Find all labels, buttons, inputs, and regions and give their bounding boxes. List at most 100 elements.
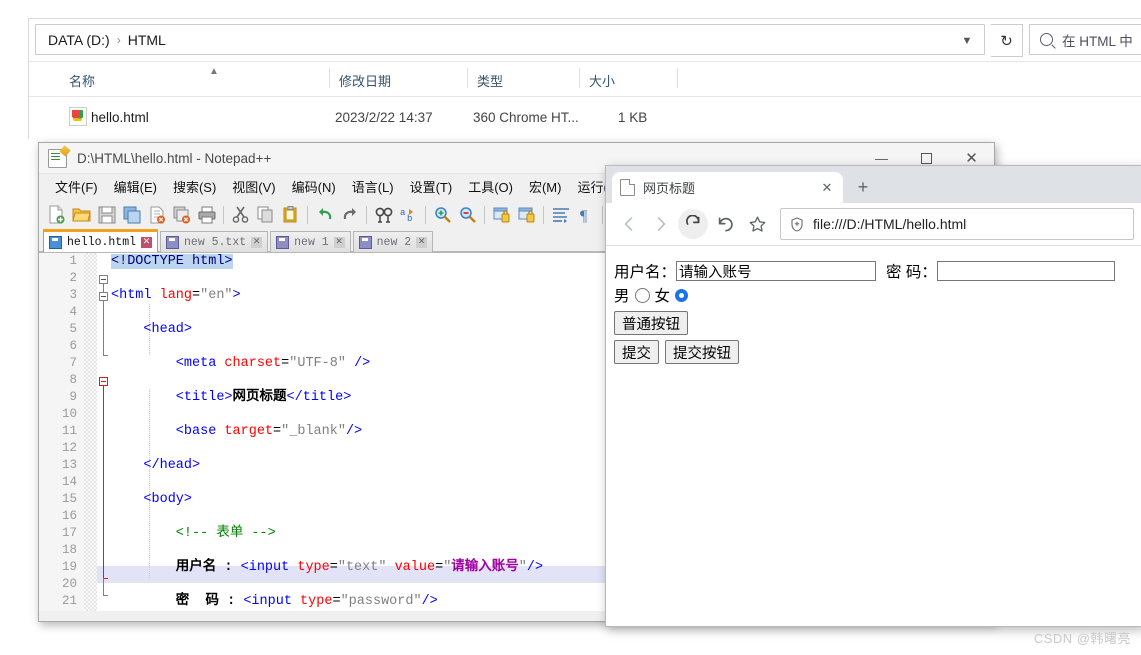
redo-icon[interactable] — [337, 202, 362, 227]
new-file-icon[interactable] — [44, 202, 69, 227]
close-tab-icon[interactable]: ✕ — [141, 236, 153, 248]
menu-item-edit[interactable]: 编辑(E) — [106, 174, 165, 199]
paste-icon[interactable] — [278, 202, 303, 227]
search-input[interactable]: 在 HTML 中 — [1029, 24, 1141, 55]
close-tab-icon[interactable]: ✕ — [819, 180, 835, 196]
form-row-credentials: 用户名： 密 码： — [614, 260, 1132, 282]
close-file-icon[interactable] — [144, 202, 169, 227]
menu-item-language[interactable]: 语言(L) — [344, 174, 402, 199]
bookmark-star-icon[interactable] — [742, 209, 772, 239]
fold-toggle-head[interactable] — [99, 292, 108, 301]
submit-default-button[interactable]: 提交 — [614, 340, 659, 364]
form-row-normal-button: 普通按钮 — [614, 311, 1132, 335]
back-icon[interactable] — [614, 209, 644, 239]
replace-icon[interactable]: ab — [396, 202, 421, 227]
new-tab-icon[interactable]: + — [849, 173, 877, 201]
male-radio[interactable] — [634, 287, 650, 303]
username-label: 用户名： — [614, 264, 677, 281]
editor-tab-new-2[interactable]: new 2 ✕ — [352, 231, 434, 252]
column-header-type[interactable]: 类型 — [467, 71, 577, 93]
url-text: file:///D:/HTML/hello.html — [813, 216, 967, 232]
saved-file-icon — [276, 235, 290, 249]
breadcrumb-drive[interactable]: DATA (D:) — [36, 32, 114, 48]
print-icon[interactable] — [194, 202, 219, 227]
sync-vertical-icon[interactable] — [489, 202, 514, 227]
svg-text:a: a — [400, 208, 406, 218]
chevron-down-icon[interactable]: ▼ — [958, 33, 976, 49]
sync-horizontal-icon[interactable] — [514, 202, 539, 227]
shield-icon[interactable] — [790, 216, 804, 232]
cell-file-type: 360 Chrome HT... — [473, 109, 579, 125]
menu-item-file[interactable]: 文件(F) — [47, 174, 106, 199]
editor-tab-new-1[interactable]: new 1 ✕ — [270, 231, 351, 252]
rendered-page-content: 用户名： 密 码： 男 女 普通按钮 提交 提交按钮 — [606, 246, 1141, 598]
saved-file-icon — [166, 235, 180, 249]
refresh-button[interactable]: ↻ — [991, 24, 1023, 57]
close-all-icon[interactable] — [169, 202, 194, 227]
menu-item-view[interactable]: 视图(V) — [224, 174, 283, 199]
screenshot-root: DATA (D:) › HTML ▼ ↻ 在 HTML 中 名称 ▲ 修改日期 … — [0, 0, 1141, 655]
close-tab-icon[interactable]: ✕ — [416, 236, 428, 248]
cell-file-size: 1 KB — [618, 109, 648, 125]
female-radio[interactable] — [675, 288, 689, 302]
form-row-gender: 男 女 — [614, 284, 1132, 306]
find-icon[interactable] — [371, 202, 396, 227]
menu-item-macro[interactable]: 宏(M) — [521, 174, 570, 199]
fold-toggle-html[interactable] — [99, 275, 108, 284]
reload-icon[interactable] — [678, 209, 708, 239]
menu-item-settings[interactable]: 设置(T) — [402, 174, 461, 199]
bookmark-gutter[interactable] — [84, 253, 97, 611]
menu-item-encoding[interactable]: 编码(N) — [284, 174, 344, 199]
editor-tab-new-5-txt[interactable]: new 5.txt ✕ — [160, 231, 269, 252]
open-file-icon[interactable] — [69, 202, 94, 227]
document-icon — [620, 179, 635, 196]
submit-named-button[interactable]: 提交按钮 — [665, 340, 739, 364]
breadcrumb-separator-icon: › — [116, 32, 121, 47]
refresh-icon: ↻ — [1000, 32, 1013, 50]
editor-tab-label: new 5.txt — [184, 235, 247, 249]
editor-tab-hello-html[interactable]: hello.html ✕ — [43, 229, 159, 252]
username-input[interactable] — [676, 261, 877, 281]
fold-margin[interactable] — [97, 253, 111, 611]
save-icon[interactable] — [94, 202, 119, 227]
male-label: 男 — [614, 288, 630, 305]
breadcrumb[interactable]: DATA (D:) › HTML ▼ — [35, 24, 985, 55]
zoom-out-icon[interactable] — [455, 202, 480, 227]
history-back-icon[interactable] — [710, 209, 740, 239]
search-placeholder: 在 HTML 中 — [1062, 33, 1133, 49]
column-header-size[interactable]: 大小 — [579, 71, 669, 93]
menu-item-tools[interactable]: 工具(O) — [460, 174, 521, 199]
close-tab-icon[interactable]: ✕ — [251, 236, 263, 248]
female-label: 女 — [654, 288, 671, 305]
normal-button[interactable]: 普通按钮 — [614, 311, 688, 335]
address-bar[interactable]: file:///D:/HTML/hello.html — [780, 208, 1134, 240]
undo-icon[interactable] — [312, 202, 337, 227]
cell-file-name[interactable]: hello.html — [91, 110, 149, 125]
html-file-icon — [69, 107, 87, 126]
browser-tab[interactable]: 网页标题 ✕ — [612, 172, 843, 203]
fold-toggle-body[interactable] — [99, 377, 108, 386]
close-tab-icon[interactable]: ✕ — [333, 236, 345, 248]
breadcrumb-folder[interactable]: HTML — [124, 32, 170, 48]
word-wrap-icon[interactable] — [548, 202, 573, 227]
editor-tab-label: new 2 — [376, 235, 412, 249]
file-explorer-window: DATA (D:) › HTML ▼ ↻ 在 HTML 中 名称 ▲ 修改日期 … — [28, 18, 1141, 139]
column-header-modified[interactable]: 修改日期 — [329, 71, 464, 93]
editor-tab-label: hello.html — [67, 235, 137, 249]
zoom-in-icon[interactable] — [430, 202, 455, 227]
forward-icon[interactable] — [646, 209, 676, 239]
browser-tab-strip: 网页标题 ✕ + — [606, 166, 1141, 203]
menu-item-search[interactable]: 搜索(S) — [165, 174, 224, 199]
explorer-column-headers: 名称 ▲ 修改日期 类型 大小 — [29, 62, 1141, 97]
column-header-name[interactable]: 名称 ▲ — [59, 66, 329, 93]
form-row-submit-buttons: 提交 提交按钮 — [614, 340, 1132, 364]
svg-text:b: b — [407, 214, 412, 224]
copy-icon[interactable] — [253, 202, 278, 227]
sort-ascending-icon: ▲ — [209, 66, 219, 77]
table-row[interactable]: hello.html 2023/2/22 14:37 360 Chrome HT… — [29, 97, 1141, 137]
save-all-icon[interactable] — [119, 202, 144, 227]
password-input[interactable] — [936, 261, 1115, 281]
notepadpp-title: D:\HTML\hello.html - Notepad++ — [77, 150, 272, 166]
show-all-chars-icon[interactable]: ¶ — [573, 202, 598, 227]
cut-icon[interactable] — [228, 202, 253, 227]
